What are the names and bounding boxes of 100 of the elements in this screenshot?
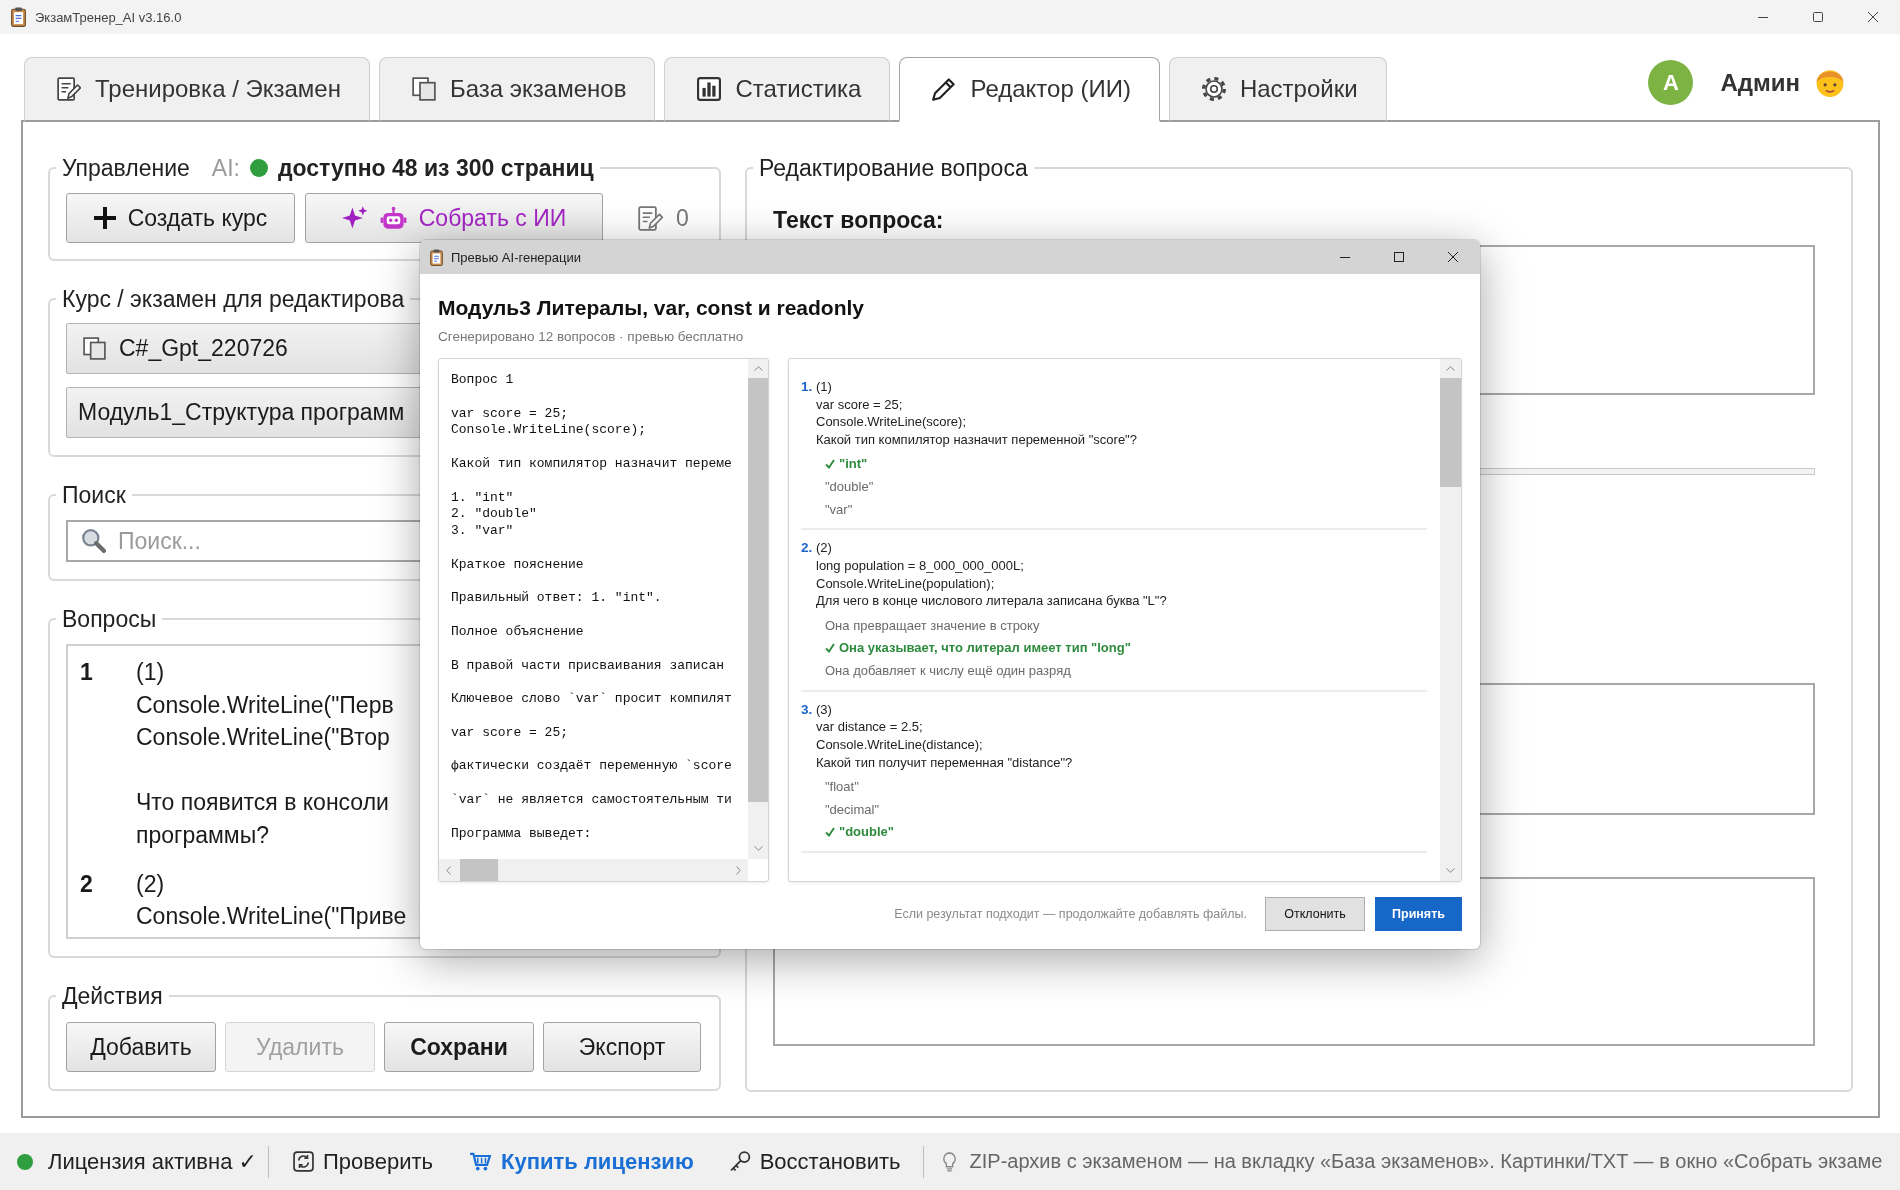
sparkle-icon xyxy=(341,206,368,230)
license-status: Лицензия активна ✓ xyxy=(48,1148,257,1175)
export-button[interactable]: Экспорт xyxy=(543,1022,701,1072)
document-pencil-icon xyxy=(638,205,663,231)
chevron-left-icon xyxy=(446,865,451,875)
question-number: 2. xyxy=(801,539,814,558)
question-text-line: Какой тип компилятор назначит переменной "score"? xyxy=(815,430,1137,449)
source-text-line: 3. "var" xyxy=(451,523,514,540)
source-text-line: Console.WriteLine(score); xyxy=(451,422,647,440)
ai-build-button[interactable]: Собрать с ИИ xyxy=(305,193,603,243)
group-title: Действия xyxy=(62,982,163,1010)
source-text-line: Программа выведет: xyxy=(451,825,592,843)
tab[interactable]: Редактор (ИИ) xyxy=(899,57,1160,122)
pages-icon xyxy=(411,77,436,101)
question-text-line: Какой тип получит переменная "distance"? xyxy=(815,753,1073,772)
source-text-line: Вопрос 1 xyxy=(451,372,514,389)
answer-option: Она указывает, что литерал имеет тип "long" xyxy=(839,640,1131,656)
question-text-line: Для чего в конце числового литерала записана буква "L"? xyxy=(815,592,1167,610)
question-text-line: var score = 25; xyxy=(815,395,903,414)
source-text-line: Ключевое слово `var` просит компилят xyxy=(451,691,732,708)
horizontal-scrollbar[interactable] xyxy=(439,859,748,881)
ai-label: AI: xyxy=(211,154,240,182)
key-icon xyxy=(729,1151,751,1172)
group-title: Вопросы xyxy=(62,605,157,633)
save-button[interactable]: Сохрани xyxy=(384,1022,534,1072)
source-text-line: Правильный ответ: 1. "int". xyxy=(451,590,662,608)
cart-icon xyxy=(469,1152,492,1171)
robot-icon xyxy=(379,206,407,230)
question-text-line: Console.WriteLine("Втор xyxy=(136,723,390,752)
source-text-line: В правой части присваивания записан xyxy=(451,657,725,675)
tab[interactable]: Статистика xyxy=(664,57,891,122)
dialog-heading: Модуль3 Литералы, var, const и readonly xyxy=(438,295,864,321)
scrollbar-thumb[interactable] xyxy=(460,859,498,881)
question-tag: (2) xyxy=(816,539,832,558)
question-number: 2 xyxy=(80,869,94,899)
lightbulb-icon xyxy=(941,1151,957,1172)
scrollbar-thumb[interactable] xyxy=(748,378,768,802)
check-icon xyxy=(825,826,835,837)
restore-button[interactable]: Восстановить xyxy=(729,1148,901,1175)
question-text-line: Console.WriteLine(distance); xyxy=(815,736,983,754)
group-title: Редактирование вопроса xyxy=(759,154,1028,182)
tab[interactable]: Тренировка / Экзамен xyxy=(24,57,370,122)
answer-option: Она превращает значение в строку xyxy=(825,617,1040,633)
group-title: Поиск xyxy=(62,481,126,509)
tip-text: ZIP-архив с экзаменом — на вкладку «База экзаменов». Картинки/TXT — в окно «Собрать экзаме xyxy=(969,1150,1883,1173)
create-course-button[interactable]: Создать курс xyxy=(66,193,295,243)
source-text-line: var score = 25; xyxy=(451,405,569,423)
question-number: 3. xyxy=(801,700,814,719)
buy-license-link[interactable]: Купить лицензию xyxy=(469,1148,694,1175)
search-icon xyxy=(81,528,106,553)
add-button[interactable]: Добавить xyxy=(66,1022,216,1072)
chevron-up-icon xyxy=(1446,366,1455,371)
tab[interactable]: Настройки xyxy=(1168,57,1387,122)
minimize-icon xyxy=(1340,256,1350,258)
source-text-line: var score = 25; xyxy=(451,724,569,742)
answer-option: "double" xyxy=(825,478,874,494)
check-icon xyxy=(825,458,835,469)
check-button[interactable]: Проверить xyxy=(292,1148,433,1175)
chevron-down-icon xyxy=(1446,868,1455,873)
maximize-icon xyxy=(1812,12,1823,22)
pencil-icon xyxy=(932,77,957,101)
question-text-line: программы? xyxy=(136,820,269,850)
close-icon xyxy=(1867,12,1878,22)
answer-option: "double" xyxy=(839,824,894,840)
group-title: Курс / экзамен для редактирова xyxy=(62,285,405,313)
answer-option: "int" xyxy=(839,456,868,472)
check-icon xyxy=(825,642,835,653)
group-title: Управление xyxy=(62,154,190,182)
scrollbar-thumb[interactable] xyxy=(1440,378,1461,487)
pages-icon xyxy=(83,337,106,360)
refresh-icon xyxy=(292,1151,314,1172)
source-text-line: Полное объяснение xyxy=(451,623,584,641)
chevron-up-icon xyxy=(753,366,763,371)
minimize-icon xyxy=(1757,16,1768,18)
question-text-line: Console.WriteLine(score); xyxy=(815,413,967,431)
bar-chart-icon xyxy=(697,77,722,101)
reject-button[interactable]: Отклонить xyxy=(1265,897,1365,931)
document-pencil-icon xyxy=(57,77,81,101)
question-tag: (3) xyxy=(816,700,832,719)
field-label: Текст вопроса: xyxy=(773,206,944,234)
question-tag: (1) xyxy=(816,378,832,396)
vertical-scrollbar[interactable] xyxy=(1440,359,1461,881)
avatar: А xyxy=(1648,60,1694,105)
chevron-right-icon xyxy=(736,865,741,875)
window-title: ЭкзамТренер_AI v3.16.0 xyxy=(35,9,182,25)
source-text-line: фактически создаёт переменную `score xyxy=(451,758,732,776)
maximize-icon xyxy=(1394,252,1404,262)
vertical-scrollbar[interactable] xyxy=(748,359,768,859)
hint-text: Если результат подходит — продолжайте добавлять файлы. xyxy=(894,907,1247,921)
question-text-line: var distance = 2.5; xyxy=(815,718,923,737)
accept-button[interactable]: Принять xyxy=(1375,897,1462,931)
answer-option: "decimal" xyxy=(825,801,880,817)
user-name: Админ xyxy=(1720,68,1800,97)
tab[interactable]: База экзаменов xyxy=(378,57,656,122)
close-icon xyxy=(1448,252,1458,262)
question-number: 1. xyxy=(801,378,814,396)
source-text-line: `var` не является самостоятельным ти xyxy=(451,791,732,809)
question-text-line: Console.WriteLine("Перв xyxy=(136,690,394,720)
person-emoji-icon xyxy=(1816,68,1844,97)
file-count: 0 xyxy=(676,204,689,232)
